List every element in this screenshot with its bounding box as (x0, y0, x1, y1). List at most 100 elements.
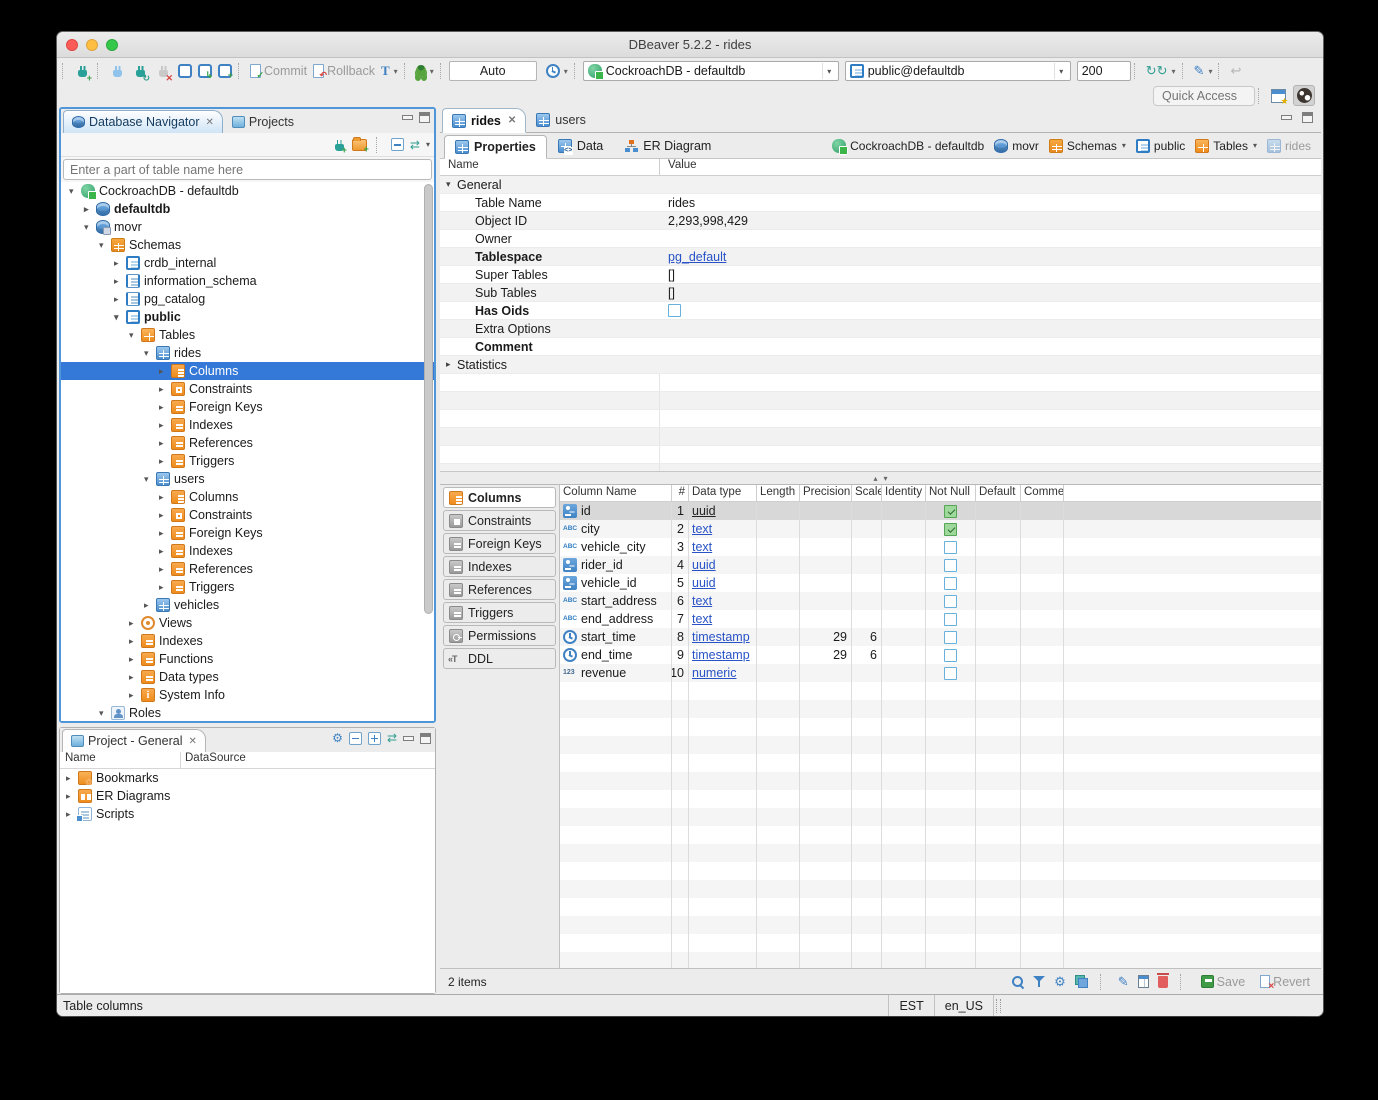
property-row[interactable]: Has Oids (440, 302, 1321, 320)
tree-item[interactable]: Functions (61, 650, 434, 668)
connection-selector[interactable]: CockroachDB - defaultdb ▾ (583, 61, 839, 81)
tree-item[interactable]: Roles (61, 704, 434, 721)
project-list-item[interactable]: Bookmarks (60, 769, 435, 787)
detail-side-tab[interactable]: Constraints (443, 510, 556, 531)
tree-item[interactable]: Foreign Keys (61, 524, 434, 542)
tree-item[interactable]: CockroachDB - defaultdb (61, 182, 434, 200)
breadcrumb-item[interactable]: movr ▾ (994, 139, 1039, 153)
not-null-checkbox[interactable] (944, 523, 957, 536)
name-column-header[interactable]: Name (60, 752, 181, 768)
save-button[interactable]: Save (1198, 973, 1249, 991)
editor-subtab[interactable]: Properties (444, 135, 547, 159)
tree-caret-icon[interactable] (129, 618, 141, 629)
tree-caret-icon[interactable] (144, 348, 156, 359)
tree-caret-icon[interactable] (129, 672, 141, 683)
col-header[interactable]: Scale (852, 485, 882, 501)
schema-selector[interactable]: public@defaultdb ▾ (845, 61, 1071, 81)
connect-button[interactable] (106, 61, 129, 82)
edit-button[interactable]: ✎▾ (1191, 61, 1216, 81)
property-row[interactable]: Tablespace pg_default (440, 248, 1321, 266)
tree-caret-icon[interactable] (114, 258, 126, 269)
horizontal-splitter[interactable]: ▴ ▾ (440, 471, 1321, 485)
sync-button[interactable]: ↻↻▾ (1143, 61, 1179, 81)
tree-caret-icon[interactable] (66, 773, 78, 784)
tree-item[interactable]: movr (61, 218, 434, 236)
column-row[interactable]: vehicle_id 5 uuid (560, 574, 1321, 592)
data-type-link[interactable]: text (692, 540, 712, 554)
tree-caret-icon[interactable] (66, 791, 78, 802)
group-caret-icon[interactable] (446, 179, 457, 190)
tree-item[interactable]: users (61, 470, 434, 488)
rollback-button[interactable]: ↶Rollback (310, 62, 378, 80)
col-header[interactable]: Column Name (560, 485, 672, 501)
column-row[interactable]: vehicle_city 3 text (560, 538, 1321, 556)
tree-caret-icon[interactable] (114, 312, 126, 323)
chevron-down-icon[interactable]: ▾ (1122, 141, 1126, 150)
not-null-checkbox[interactable] (944, 613, 957, 626)
tree-caret-icon[interactable] (159, 402, 171, 413)
breadcrumb-item[interactable]: Tables ▾ (1195, 139, 1257, 153)
column-row[interactable]: revenue 10 numeric (560, 664, 1321, 682)
data-type-link[interactable]: timestamp (692, 630, 750, 644)
collapse-all-icon[interactable] (391, 138, 404, 151)
datasource-column-header[interactable]: DataSource (181, 752, 246, 768)
tree-caret-icon[interactable] (84, 222, 96, 233)
tree-item[interactable]: Views (61, 614, 434, 632)
tree-item[interactable]: Triggers (61, 452, 434, 470)
tree-item[interactable]: Triggers (61, 578, 434, 596)
column-row[interactable]: end_time 9 timestamp 29 6 (560, 646, 1321, 664)
columns-config-icon[interactable] (1138, 975, 1149, 988)
tree-caret-icon[interactable] (159, 492, 171, 503)
tree-item[interactable]: Tables (61, 326, 434, 344)
tab-projects[interactable]: Projects (224, 110, 302, 133)
not-null-checkbox[interactable] (944, 667, 957, 680)
tree-scrollbar[interactable] (424, 184, 433, 614)
recent-sql-button[interactable]: + (215, 62, 235, 80)
minimize-view-icon[interactable] (402, 115, 413, 120)
disconnect-button[interactable]: ✕ (152, 61, 175, 82)
tree-caret-icon[interactable] (159, 456, 171, 467)
breadcrumb-item[interactable]: rides ▾ (1267, 139, 1311, 153)
column-row[interactable]: city 2 text (560, 520, 1321, 538)
tree-caret-icon[interactable] (69, 186, 81, 197)
commit-button[interactable]: ✓Commit (247, 62, 310, 80)
tree-item[interactable]: pg_catalog (61, 290, 434, 308)
property-row[interactable]: Object ID 2,293,998,429 (440, 212, 1321, 230)
column-row[interactable]: start_address 6 text (560, 592, 1321, 610)
breadcrumb-item[interactable]: CockroachDB - defaultdb ▾ (832, 139, 984, 153)
data-type-link[interactable]: numeric (692, 666, 736, 680)
tree-item[interactable]: References (61, 434, 434, 452)
link-editor-icon[interactable]: ⇄ (387, 731, 397, 745)
breadcrumb-item[interactable]: public ▾ (1136, 139, 1185, 153)
minimize-view-icon[interactable] (403, 736, 414, 741)
tree-caret-icon[interactable] (129, 330, 141, 341)
tree-caret-icon[interactable] (159, 582, 171, 593)
detail-side-tab[interactable]: Permissions (443, 625, 556, 646)
fetch-size-input[interactable] (1077, 61, 1131, 81)
tree-item[interactable]: defaultdb (61, 200, 434, 218)
search-icon[interactable] (1012, 976, 1024, 988)
tree-caret-icon[interactable] (159, 384, 171, 395)
close-icon[interactable]: ✕ (508, 115, 516, 126)
breadcrumb-item[interactable]: Schemas ▾ (1049, 139, 1126, 153)
detail-side-tab[interactable]: Indexes (443, 556, 556, 577)
tab-database-navigator[interactable]: Database Navigator ✕ (63, 110, 223, 133)
not-null-checkbox[interactable] (944, 577, 957, 590)
view-menu-icon[interactable]: ▾ (426, 138, 430, 152)
transaction-history-button[interactable]: ▾ (543, 62, 571, 80)
data-type-link[interactable]: uuid (692, 504, 716, 518)
detail-side-tab[interactable]: Triggers (443, 602, 556, 623)
gear-icon[interactable]: ⚙ (1054, 974, 1066, 990)
data-type-link[interactable]: uuid (692, 576, 716, 590)
chevron-down-icon[interactable]: ▾ (1253, 141, 1257, 150)
property-row[interactable]: Extra Options (440, 320, 1321, 338)
open-sql-console-button[interactable]: ↳ (195, 62, 215, 80)
tree-caret-icon[interactable] (159, 546, 171, 557)
property-value[interactable]: 2,293,998,429 (668, 214, 748, 228)
close-icon[interactable]: ✕ (205, 117, 213, 128)
tree-caret-icon[interactable] (114, 294, 126, 305)
timezone-indicator[interactable]: EST (888, 995, 934, 1016)
detail-side-tab[interactable]: References (443, 579, 556, 600)
tree-item[interactable]: System Info (61, 686, 434, 704)
project-list-item[interactable]: Scripts (60, 805, 435, 823)
